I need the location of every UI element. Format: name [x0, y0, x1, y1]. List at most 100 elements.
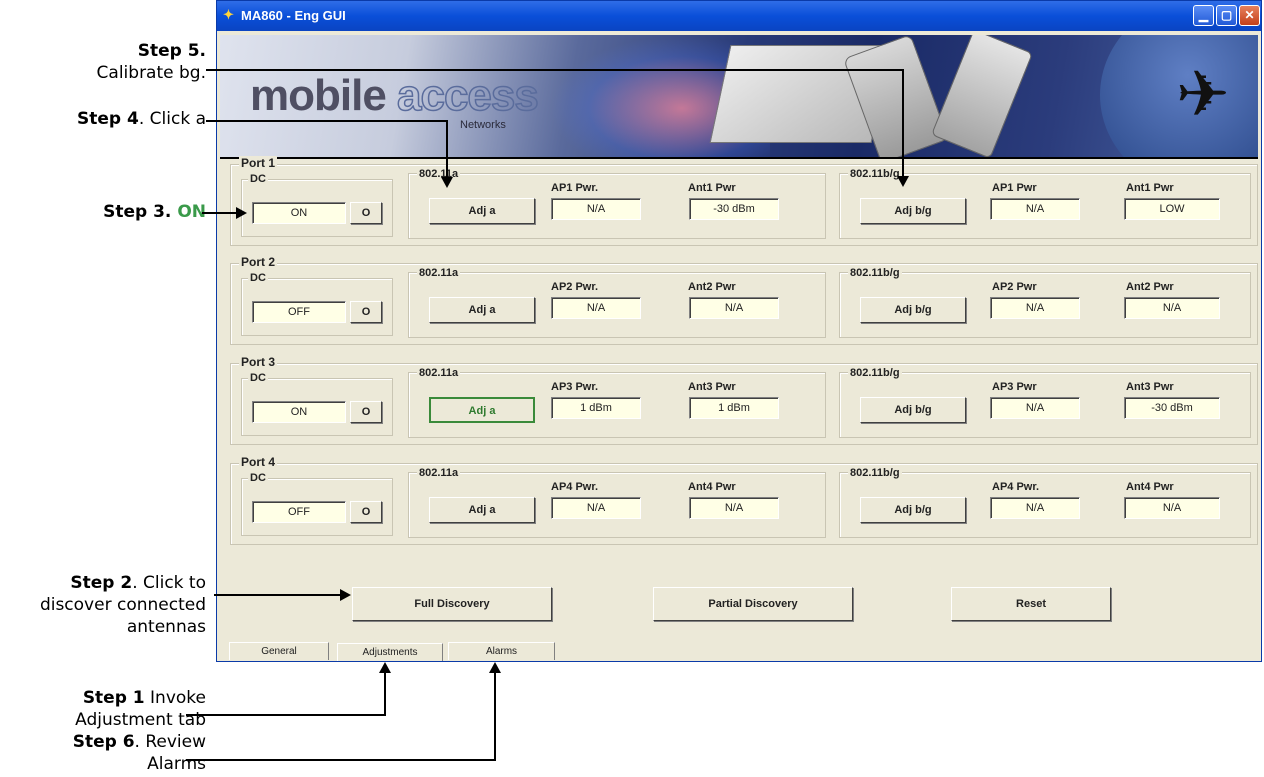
- dc-state-field: OFF: [252, 301, 346, 323]
- app-icon: ✦: [223, 7, 234, 22]
- step3-connector: [202, 212, 238, 214]
- step3-arrow: [236, 207, 247, 219]
- ap-bg-pwr-label: AP1 Pwr: [990, 182, 1039, 194]
- dc-state-field: OFF: [252, 501, 346, 523]
- ap-a-pwr-field: N/A: [551, 198, 641, 220]
- ant-bg-pwr-field: LOW: [1124, 198, 1220, 220]
- port-group-3: Port 3 DC ON O 802.11a Adj a AP3 Pwr. 1 …: [230, 355, 1258, 445]
- window-title: MA860 - Eng GUI: [241, 8, 346, 23]
- ap-a-pwr-label: AP4 Pwr.: [549, 481, 601, 493]
- ap-bg-pwr-field: N/A: [990, 497, 1080, 519]
- ap-a-pwr-label: AP1 Pwr.: [549, 182, 601, 194]
- step1-connector: [186, 714, 386, 716]
- wifi-bg-group: 802.11b/g Adj b/g AP4 Pwr. N/A Ant4 Pwr …: [839, 467, 1251, 538]
- reset-button[interactable]: Reset: [951, 587, 1111, 621]
- ant-a-pwr-field: 1 dBm: [689, 397, 779, 419]
- ant-a-pwr-label: Ant3 Pwr: [686, 381, 738, 393]
- adj-bg-button[interactable]: Adj b/g: [860, 198, 966, 224]
- annotation-step5: Step 5. Calibrate bg.: [96, 41, 206, 83]
- step5-connector-v: [902, 69, 904, 177]
- dc-state-field: ON: [252, 401, 346, 423]
- port-label: Port 3: [239, 355, 278, 369]
- ant-bg-pwr-label: Ant3 Pwr: [1124, 381, 1176, 393]
- partial-discovery-button[interactable]: Partial Discovery: [653, 587, 853, 621]
- annotation-step3: Step 3. ON: [103, 202, 206, 222]
- adj-a-button[interactable]: Adj a: [429, 198, 535, 224]
- port-label: Port 4: [239, 455, 278, 469]
- full-discovery-button[interactable]: Full Discovery: [352, 587, 552, 621]
- dc-group: DC ON O: [241, 372, 393, 436]
- ant-bg-pwr-label: Ant2 Pwr: [1124, 281, 1176, 293]
- step4-connector-v: [446, 120, 448, 178]
- ant-a-pwr-field: -30 dBm: [689, 198, 779, 220]
- ap-bg-pwr-field: N/A: [990, 397, 1080, 419]
- dc-label: DC: [248, 173, 268, 185]
- ant-a-pwr-field: N/A: [689, 497, 779, 519]
- annotation-step4: Step 4. Click a: [77, 109, 206, 129]
- adj-bg-button[interactable]: Adj b/g: [860, 297, 966, 323]
- maximize-button[interactable]: ▢: [1216, 5, 1237, 26]
- dc-toggle-button[interactable]: O: [350, 401, 382, 423]
- dc-group: DC ON O: [241, 173, 393, 237]
- tab-general[interactable]: General: [229, 642, 329, 660]
- ant-bg-pwr-field: N/A: [1124, 297, 1220, 319]
- close-button[interactable]: ✕: [1239, 5, 1260, 26]
- adj-a-button[interactable]: Adj a: [429, 497, 535, 523]
- ant-a-pwr-field: N/A: [689, 297, 779, 319]
- wifi-a-label: 802.11a: [417, 267, 461, 279]
- ant-bg-pwr-field: -30 dBm: [1124, 397, 1220, 419]
- step5-connector: [206, 69, 903, 71]
- annotation-step1: Step 1 Invoke Adjustment tab: [75, 688, 206, 730]
- ant-a-pwr-label: Ant4 Pwr: [686, 481, 738, 493]
- dc-group: DC OFF O: [241, 472, 393, 536]
- ant-bg-pwr-label: Ant4 Pwr: [1124, 481, 1176, 493]
- adj-bg-button[interactable]: Adj b/g: [860, 497, 966, 523]
- port-group-1: Port 1 DC ON O 802.11a Adj a AP1 Pwr. N/…: [230, 156, 1258, 246]
- annotation-step6: Step 6. Review Alarms: [72, 732, 206, 774]
- port-label: Port 1: [239, 156, 278, 170]
- ap-a-pwr-label: AP2 Pwr.: [549, 281, 601, 293]
- wifi-bg-group: 802.11b/g Adj b/g AP3 Pwr N/A Ant3 Pwr -…: [839, 367, 1251, 438]
- ap-bg-pwr-label: AP2 Pwr: [990, 281, 1039, 293]
- port-group-2: Port 2 DC OFF O 802.11a Adj a AP2 Pwr. N…: [230, 255, 1258, 345]
- app-window: ✦ MA860 - Eng GUI ▁ ▢ ✕ ✈ mobile access …: [216, 0, 1262, 662]
- tab-alarms[interactable]: Alarms: [448, 642, 555, 660]
- wifi-bg-group: 802.11b/g Adj b/g AP2 Pwr N/A Ant2 Pwr N…: [839, 267, 1251, 338]
- dc-group: DC OFF O: [241, 272, 393, 336]
- wifi-a-group: 802.11a Adj a AP2 Pwr. N/A Ant2 Pwr N/A: [408, 267, 826, 338]
- wifi-a-label: 802.11a: [417, 467, 461, 479]
- minimize-button[interactable]: ▁: [1193, 5, 1214, 26]
- adj-a-button[interactable]: Adj a: [429, 297, 535, 323]
- step1-connector-v: [384, 672, 386, 716]
- wifi-bg-label: 802.11b/g: [848, 467, 902, 479]
- annotation-step2: Step 2. Click to discover connected ante…: [39, 573, 206, 637]
- wifi-bg-label: 802.11b/g: [848, 267, 902, 279]
- dc-label: DC: [248, 372, 268, 384]
- ap-a-pwr-field: N/A: [551, 497, 641, 519]
- dc-toggle-button[interactable]: O: [350, 301, 382, 323]
- ap-a-pwr-field: 1 dBm: [551, 397, 641, 419]
- adj-a-button[interactable]: Adj a: [429, 397, 535, 423]
- dc-label: DC: [248, 272, 268, 284]
- dc-toggle-button[interactable]: O: [350, 202, 382, 224]
- ap-bg-pwr-label: AP3 Pwr: [990, 381, 1039, 393]
- brand-banner: ✈ mobile access Networks: [220, 35, 1258, 159]
- port-label: Port 2: [239, 255, 278, 269]
- adj-bg-button[interactable]: Adj b/g: [860, 397, 966, 423]
- wifi-a-group: 802.11a Adj a AP4 Pwr. N/A Ant4 Pwr N/A: [408, 467, 826, 538]
- port-group-4: Port 4 DC OFF O 802.11a Adj a AP4 Pwr. N…: [230, 455, 1258, 545]
- ap-a-pwr-field: N/A: [551, 297, 641, 319]
- logo-subtitle: Networks: [460, 119, 506, 131]
- pda-image: [930, 35, 1034, 157]
- step5-arrow: [897, 176, 909, 187]
- wifi-a-group: 802.11a Adj a AP1 Pwr. N/A Ant1 Pwr -30 …: [408, 168, 826, 239]
- ap-bg-pwr-label: AP4 Pwr.: [990, 481, 1042, 493]
- ant-bg-pwr-field: N/A: [1124, 497, 1220, 519]
- title-bar[interactable]: ✦ MA860 - Eng GUI ▁ ▢ ✕: [217, 1, 1261, 31]
- wifi-a-group: 802.11a Adj a AP3 Pwr. 1 dBm Ant3 Pwr 1 …: [408, 367, 826, 438]
- tab-adjustments[interactable]: Adjustments: [337, 643, 443, 661]
- wifi-bg-label: 802.11b/g: [848, 367, 902, 379]
- dc-toggle-button[interactable]: O: [350, 501, 382, 523]
- step2-connector: [214, 594, 342, 596]
- step2-arrow: [340, 589, 351, 601]
